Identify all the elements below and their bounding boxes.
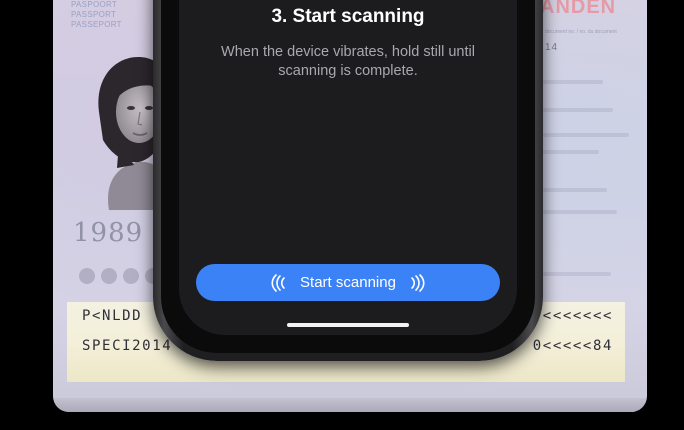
passport-country-name: ANDEN — [540, 0, 617, 18]
security-dot — [123, 268, 139, 284]
nfc-wave-right-icon — [411, 273, 425, 292]
scan-instructions-stage: PASPOORT PASSPORT PASSEPORT ANDEN docume… — [0, 0, 684, 430]
security-dot — [79, 268, 95, 284]
mrz-line-2-start: SPECI2014 — [82, 338, 173, 354]
mrz-line-1-start: P<NLDD — [82, 308, 143, 324]
passport-birth-year: 1989 — [73, 218, 144, 248]
passport-security-dots — [79, 268, 161, 284]
mrz-line-2-end: 0<<<<<84 — [532, 338, 613, 354]
mrz-line-1-end: <<<<<<< — [542, 308, 613, 324]
passport-heading-line-2: PASSPORT — [71, 10, 117, 19]
passport-faint-field — [543, 108, 613, 112]
passport-docno-label: document no. / no. du document — [545, 29, 617, 35]
passport-faint-field — [543, 272, 611, 276]
security-dot — [101, 268, 117, 284]
phone-device: 3. Start scanning When the device vibrat… — [153, 0, 543, 361]
phone-bezel: 3. Start scanning When the device vibrat… — [161, 0, 535, 353]
passport-faint-field — [543, 188, 607, 192]
start-scanning-button[interactable]: Start scanning — [196, 264, 500, 301]
passport-heading-line-3: PASSEPORT — [71, 20, 122, 29]
start-scanning-label: Start scanning — [300, 274, 396, 291]
passport-faint-field — [543, 133, 629, 137]
home-indicator[interactable] — [287, 323, 409, 327]
passport-faint-field — [543, 150, 599, 154]
nfc-wave-left-icon — [271, 273, 285, 292]
passport-docno-value: 14 — [545, 42, 559, 53]
phone-screen: 3. Start scanning When the device vibrat… — [179, 0, 517, 335]
step-description: When the device vibrates, hold still unt… — [221, 44, 475, 79]
passport-faint-field — [543, 210, 617, 214]
step-title: 3. Start scanning — [271, 6, 425, 27]
passport-heading-line-1: PASPOORT — [71, 0, 118, 9]
passport-faint-field — [543, 80, 603, 84]
